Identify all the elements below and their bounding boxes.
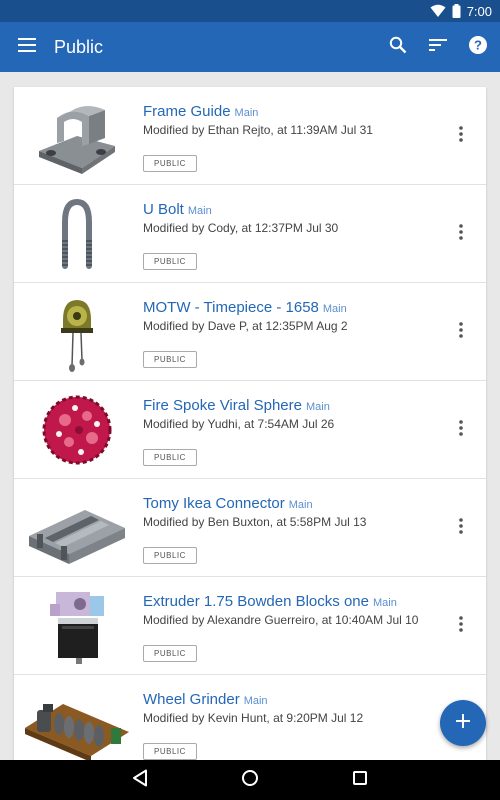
document-row[interactable]: Frame Guide Main Modified by Ethan Rejto,… [14,87,486,185]
recents-button[interactable] [345,765,375,795]
document-title[interactable]: Tomy Ikea Connector Main [143,495,313,512]
more-options-button[interactable] [450,517,472,539]
more-options-button[interactable] [450,223,472,245]
modified-info: Modified by Ethan Rejto, at 11:39AM Jul … [143,123,373,137]
document-row[interactable]: Tomy Ikea Connector Main Modified by Ben … [14,479,486,577]
home-circle-icon [241,769,259,792]
help-button[interactable]: ? [458,22,498,72]
viral-sphere-thumbnail [22,387,132,473]
menu-button[interactable] [0,22,54,72]
document-title[interactable]: Extruder 1.75 Bowden Blocks one Main [143,593,397,610]
status-bar: 7:00 [0,0,500,22]
more-options-button[interactable] [450,321,472,343]
more-vert-icon [459,321,463,343]
document-title[interactable]: Frame Guide Main [143,103,258,120]
home-button[interactable] [235,765,265,795]
modified-info: Modified by Dave P, at 12:35PM Aug 2 [143,319,348,333]
svg-text:?: ? [474,37,482,52]
modified-info: Modified by Kevin Hunt, at 9:20PM Jul 12 [143,711,364,725]
document-title[interactable]: U Bolt Main [143,201,212,218]
public-badge: PUBLIC [143,645,197,662]
extruder-thumbnail [22,583,132,669]
document-row[interactable]: Wheel Grinder Main Modified by Kevin Hunt… [14,675,486,767]
document-name: U Bolt [143,201,184,218]
public-badge: PUBLIC [143,253,197,270]
sort-button[interactable] [418,22,458,72]
help-icon: ? [468,35,488,60]
app-bar: Public ? [0,22,500,72]
branch-label: Main [243,695,268,707]
branch-label: Main [187,205,212,217]
document-title[interactable]: Fire Spoke Viral Sphere Main [143,397,330,414]
more-options-button[interactable] [450,615,472,637]
page-title: Public [54,36,104,57]
u-bolt-thumbnail [22,191,132,277]
modified-info: Modified by Ben Buxton, at 5:58PM Jul 13 [143,515,367,529]
document-name: MOTW - Timepiece - 1658 [143,299,319,316]
document-row[interactable]: U Bolt Main Modified by Cody, at 12:37PM … [14,185,486,283]
search-icon [389,36,407,59]
public-badge: PUBLIC [143,351,197,368]
public-badge: PUBLIC [143,449,197,466]
plus-icon [456,713,470,733]
search-button[interactable] [378,22,418,72]
more-vert-icon [459,517,463,539]
document-name: Frame Guide [143,103,231,120]
hamburger-icon [18,37,36,57]
branch-label: Main [305,401,330,413]
back-button[interactable] [125,765,155,795]
document-row[interactable]: Extruder 1.75 Bowden Blocks one Main Modi… [14,577,486,675]
modified-info: Modified by Alexandre Guerreiro, at 10:4… [143,613,419,627]
document-list: Frame Guide Main Modified by Ethan Rejto,… [14,87,486,767]
wifi-icon [430,4,446,18]
frame-guide-thumbnail [22,93,132,179]
branch-label: Main [322,303,347,315]
ikea-connector-thumbnail [22,485,132,571]
public-badge: PUBLIC [143,155,197,172]
more-options-button[interactable] [450,419,472,441]
system-nav-bar [0,760,500,800]
document-name: Tomy Ikea Connector [143,495,285,512]
timepiece-thumbnail [22,289,132,375]
clock: 7:00 [466,3,492,19]
more-vert-icon [459,223,463,245]
wheel-grinder-thumbnail [22,681,132,767]
branch-label: Main [372,597,397,609]
document-name: Fire Spoke Viral Sphere [143,397,302,414]
branch-label: Main [234,107,259,119]
document-row[interactable]: MOTW - Timepiece - 1658 Main Modified by … [14,283,486,381]
public-badge: PUBLIC [143,547,197,564]
document-name: Extruder 1.75 Bowden Blocks one [143,593,369,610]
battery-icon [452,4,461,18]
modified-info: Modified by Yudhi, at 7:54AM Jul 26 [143,417,335,431]
add-document-button[interactable] [440,700,486,746]
document-row[interactable]: Fire Spoke Viral Sphere Main Modified by … [14,381,486,479]
recents-square-icon [352,770,368,791]
back-triangle-icon [132,769,148,792]
more-vert-icon [459,125,463,147]
modified-info: Modified by Cody, at 12:37PM Jul 30 [143,221,339,235]
document-title[interactable]: MOTW - Timepiece - 1658 Main [143,299,347,316]
more-options-button[interactable] [450,125,472,147]
more-vert-icon [459,615,463,637]
sort-icon [429,38,447,57]
branch-label: Main [288,499,313,511]
document-name: Wheel Grinder [143,691,240,708]
document-title[interactable]: Wheel Grinder Main [143,691,268,708]
more-vert-icon [459,419,463,441]
public-badge: PUBLIC [143,743,197,760]
